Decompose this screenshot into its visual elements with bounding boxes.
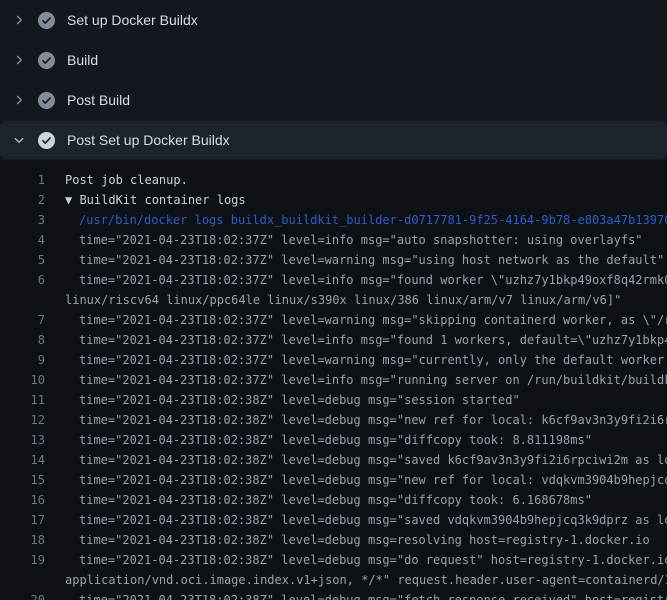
log-line-number[interactable]: 9 <box>0 350 45 370</box>
log-line: 19time="2021-04-23T18:02:38Z" level=debu… <box>0 550 667 570</box>
log-line-text: Post job cleanup. <box>45 170 188 190</box>
log-line: 4time="2021-04-23T18:02:37Z" level=info … <box>0 230 667 250</box>
log-line-text: time="2021-04-23T18:02:38Z" level=debug … <box>45 410 667 430</box>
check-circle-icon <box>38 92 55 109</box>
log-line: linux/riscv64 linux/ppc64le linux/s390x … <box>0 290 667 310</box>
log-line: 12time="2021-04-23T18:02:38Z" level=debu… <box>0 410 667 430</box>
log-line-text: time="2021-04-23T18:02:38Z" level=debug … <box>45 450 667 470</box>
step-header-setup-docker-buildx[interactable]: Set up Docker Buildx <box>0 0 667 40</box>
log-line-number[interactable]: 14 <box>0 450 45 470</box>
log-line-number[interactable]: 18 <box>0 530 45 550</box>
log-line-text: time="2021-04-23T18:02:37Z" level=warnin… <box>45 350 667 370</box>
log-line-number[interactable] <box>0 290 45 310</box>
log-line: 16time="2021-04-23T18:02:38Z" level=debu… <box>0 490 667 510</box>
log-line-text: /usr/bin/docker logs buildx_buildkit_bui… <box>45 210 667 230</box>
step-label: Post Set up Docker Buildx <box>67 133 230 147</box>
log-line-number[interactable]: 15 <box>0 470 45 490</box>
log-line-number[interactable]: 7 <box>0 310 45 330</box>
step-label: Set up Docker Buildx <box>67 13 198 27</box>
log-line-text: time="2021-04-23T18:02:38Z" level=debug … <box>45 470 667 490</box>
log-line-text: time="2021-04-23T18:02:38Z" level=debug … <box>45 550 667 570</box>
log-line: 15time="2021-04-23T18:02:38Z" level=debu… <box>0 470 667 490</box>
log-line-text: time="2021-04-23T18:02:37Z" level=info m… <box>45 270 667 290</box>
chevron-right-icon <box>13 94 25 106</box>
log-line-text: time="2021-04-23T18:02:38Z" level=debug … <box>45 490 592 510</box>
log-line: 18time="2021-04-23T18:02:38Z" level=debu… <box>0 530 667 550</box>
step-label: Build <box>67 53 98 67</box>
check-circle-icon <box>38 12 55 29</box>
log-line-number[interactable]: 11 <box>0 390 45 410</box>
log-line-number[interactable]: 3 <box>0 210 45 230</box>
log-line-number[interactable] <box>0 570 45 590</box>
chevron-right-icon <box>13 14 25 26</box>
log-line: 11time="2021-04-23T18:02:38Z" level=debu… <box>0 390 667 410</box>
log-line-text: time="2021-04-23T18:02:38Z" level=debug … <box>45 390 520 410</box>
log-line-number[interactable]: 2 <box>0 190 45 210</box>
log-line: 7time="2021-04-23T18:02:37Z" level=warni… <box>0 310 667 330</box>
log-line-text: time="2021-04-23T18:02:37Z" level=info m… <box>45 330 667 350</box>
log-line-number[interactable]: 12 <box>0 410 45 430</box>
log-line-number[interactable]: 10 <box>0 370 45 390</box>
log-line: 8time="2021-04-23T18:02:37Z" level=info … <box>0 330 667 350</box>
log-line: 9time="2021-04-23T18:02:37Z" level=warni… <box>0 350 667 370</box>
log-line-text: time="2021-04-23T18:02:38Z" level=debug … <box>45 530 650 550</box>
log-line: 10time="2021-04-23T18:02:37Z" level=info… <box>0 370 667 390</box>
log-line-number[interactable]: 6 <box>0 270 45 290</box>
log-line: 1Post job cleanup. <box>0 170 667 190</box>
log-line-number[interactable]: 17 <box>0 510 45 530</box>
log-line-text: time="2021-04-23T18:02:37Z" level=warnin… <box>45 250 664 270</box>
step-label: Post Build <box>67 93 130 107</box>
log-line-text: application/vnd.oci.image.index.v1+json,… <box>45 570 667 590</box>
chevron-down-icon <box>13 134 25 146</box>
log-line-text: time="2021-04-23T18:02:38Z" level=debug … <box>45 510 667 530</box>
check-circle-icon <box>38 52 55 69</box>
log-line-number[interactable]: 5 <box>0 250 45 270</box>
log-line-number[interactable]: 20 <box>0 590 45 600</box>
check-circle-icon <box>38 132 55 149</box>
log-line-number[interactable]: 19 <box>0 550 45 570</box>
log-line: application/vnd.oci.image.index.v1+json,… <box>0 570 667 590</box>
log-line-number[interactable]: 4 <box>0 230 45 250</box>
log-line: 20time="2021-04-23T18:02:38Z" level=debu… <box>0 590 667 600</box>
log-line-text: ▼ BuildKit container logs <box>45 190 246 210</box>
log-line[interactable]: 2▼ BuildKit container logs <box>0 190 667 210</box>
actions-log-viewer: { "colors": { "page_bg": "#13171e", "log… <box>0 0 667 600</box>
step-header-build[interactable]: Build <box>0 40 667 80</box>
log-line-text: time="2021-04-23T18:02:37Z" level=warnin… <box>45 310 667 330</box>
log-line-text: time="2021-04-23T18:02:37Z" level=info m… <box>45 230 643 250</box>
log-line-text: time="2021-04-23T18:02:38Z" level=debug … <box>45 590 667 600</box>
log-line-text: time="2021-04-23T18:02:37Z" level=info m… <box>45 370 667 390</box>
log-line-number[interactable]: 1 <box>0 170 45 190</box>
log-line: 13time="2021-04-23T18:02:38Z" level=debu… <box>0 430 667 450</box>
log-line: 5time="2021-04-23T18:02:37Z" level=warni… <box>0 250 667 270</box>
log-line: 6time="2021-04-23T18:02:37Z" level=info … <box>0 270 667 290</box>
chevron-right-icon <box>13 54 25 66</box>
log-line-number[interactable]: 13 <box>0 430 45 450</box>
log-line: 17time="2021-04-23T18:02:38Z" level=debu… <box>0 510 667 530</box>
log-line: 14time="2021-04-23T18:02:38Z" level=debu… <box>0 450 667 470</box>
step-header-post-setup-docker-buildx[interactable]: Post Set up Docker Buildx <box>0 121 667 159</box>
log-line-number[interactable]: 8 <box>0 330 45 350</box>
log-line-text: time="2021-04-23T18:02:38Z" level=debug … <box>45 430 592 450</box>
steps-list: Set up Docker Buildx Build Post Build Po… <box>0 0 667 159</box>
log-line-text: linux/riscv64 linux/ppc64le linux/s390x … <box>45 290 621 310</box>
log-container: 1Post job cleanup.2▼ BuildKit container … <box>0 160 667 600</box>
log-line: 3/usr/bin/docker logs buildx_buildkit_bu… <box>0 210 667 230</box>
step-header-post-build[interactable]: Post Build <box>0 80 667 120</box>
log-line-number[interactable]: 16 <box>0 490 45 510</box>
